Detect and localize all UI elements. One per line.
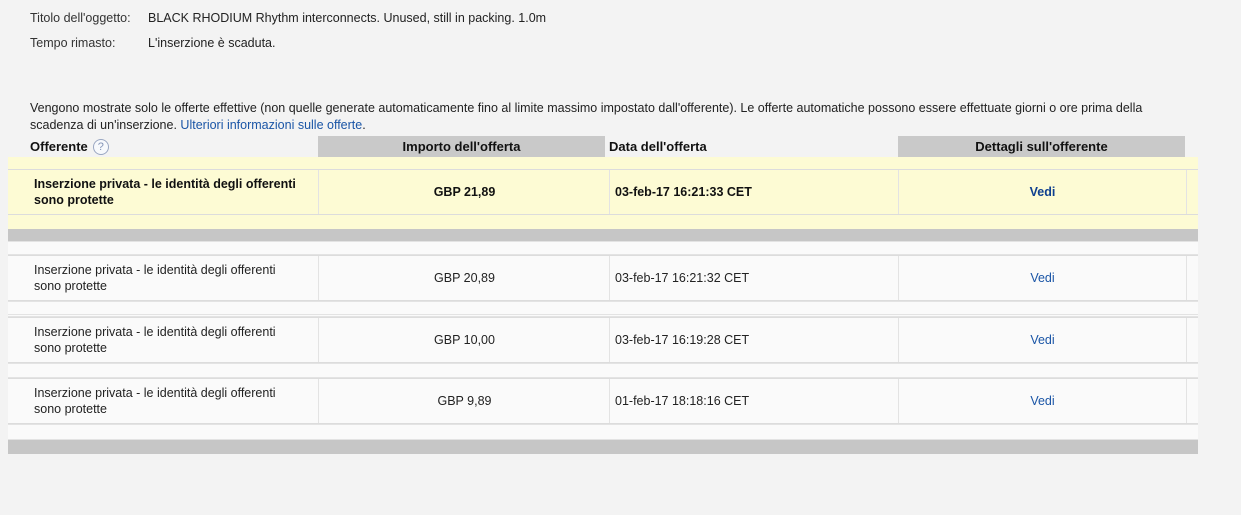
table-header: Offerente ? Importo dell'offerta Data de… <box>8 136 1198 157</box>
view-bidder-link[interactable]: Vedi <box>1030 333 1054 347</box>
column-header-details: Dettagli sull'offerente <box>898 136 1185 157</box>
row-spacer <box>8 301 1198 315</box>
amount-cell: GBP 10,00 <box>318 318 610 362</box>
amount-cell: GBP 21,89 <box>318 170 610 214</box>
bids-info-end: . <box>362 118 366 132</box>
amount-cell: GBP 9,89 <box>318 379 610 423</box>
column-header-bidder-label: Offerente <box>30 139 88 154</box>
table-row-winning: Inserzione privata - le identità degli o… <box>8 169 1198 215</box>
table-row: Inserzione privata - le identità degli o… <box>8 255 1198 301</box>
time-left-row: Tempo rimasto: L'inserzione è scaduta. <box>30 36 275 50</box>
view-bidder-link[interactable]: Vedi <box>1030 271 1054 285</box>
date-cell: 03-feb-17 16:21:32 CET <box>609 256 898 300</box>
table-row: Inserzione privata - le identità degli o… <box>8 317 1198 363</box>
time-left-value: L'inserzione è scaduta. <box>148 36 276 50</box>
column-header-bidder: Offerente ? <box>30 136 316 157</box>
bidder-cell: Inserzione privata - le identità degli o… <box>34 386 276 416</box>
item-title-label: Titolo dell'oggetto: <box>30 11 131 25</box>
bids-info-text: Vengono mostrate solo le offerte effetti… <box>30 100 1170 134</box>
row-spacer <box>8 215 1198 229</box>
details-cell: Vedi <box>898 170 1187 214</box>
date-cell: 03-feb-17 16:19:28 CET <box>609 318 898 362</box>
column-header-amount: Importo dell'offerta <box>318 136 605 157</box>
row-spacer <box>8 157 1198 169</box>
bidder-cell: Inserzione privata - le identità degli o… <box>34 263 276 293</box>
column-header-date: Data dell'offerta <box>609 139 707 154</box>
row-spacer <box>8 363 1198 378</box>
row-spacer <box>8 424 1198 440</box>
item-title-value: BLACK RHODIUM Rhythm interconnects. Unus… <box>148 11 547 25</box>
view-bidder-link[interactable]: Vedi <box>1030 185 1056 199</box>
details-cell: Vedi <box>898 318 1187 362</box>
table-row: Inserzione privata - le identità degli o… <box>8 378 1198 424</box>
item-title-row: Titolo dell'oggetto: BLACK RHODIUM Rhyth… <box>30 11 546 25</box>
date-cell: 01-feb-17 18:18:16 CET <box>609 379 898 423</box>
bid-history-table: Offerente ? Importo dell'offerta Data de… <box>8 136 1198 454</box>
row-spacer <box>8 241 1198 255</box>
time-left-label: Tempo rimasto: <box>30 36 116 50</box>
bidder-cell: Inserzione privata - le identità degli o… <box>34 177 296 207</box>
bidder-cell: Inserzione privata - le identità degli o… <box>34 325 276 355</box>
details-cell: Vedi <box>898 256 1187 300</box>
separator-bar <box>8 440 1198 454</box>
separator-bar <box>8 229 1198 241</box>
bids-info-link[interactable]: Ulteriori informazioni sulle offerte <box>180 118 362 132</box>
amount-cell: GBP 20,89 <box>318 256 610 300</box>
details-cell: Vedi <box>898 379 1187 423</box>
view-bidder-link[interactable]: Vedi <box>1030 394 1054 408</box>
help-icon[interactable]: ? <box>92 138 109 155</box>
date-cell: 03-feb-17 16:21:33 CET <box>609 170 898 214</box>
